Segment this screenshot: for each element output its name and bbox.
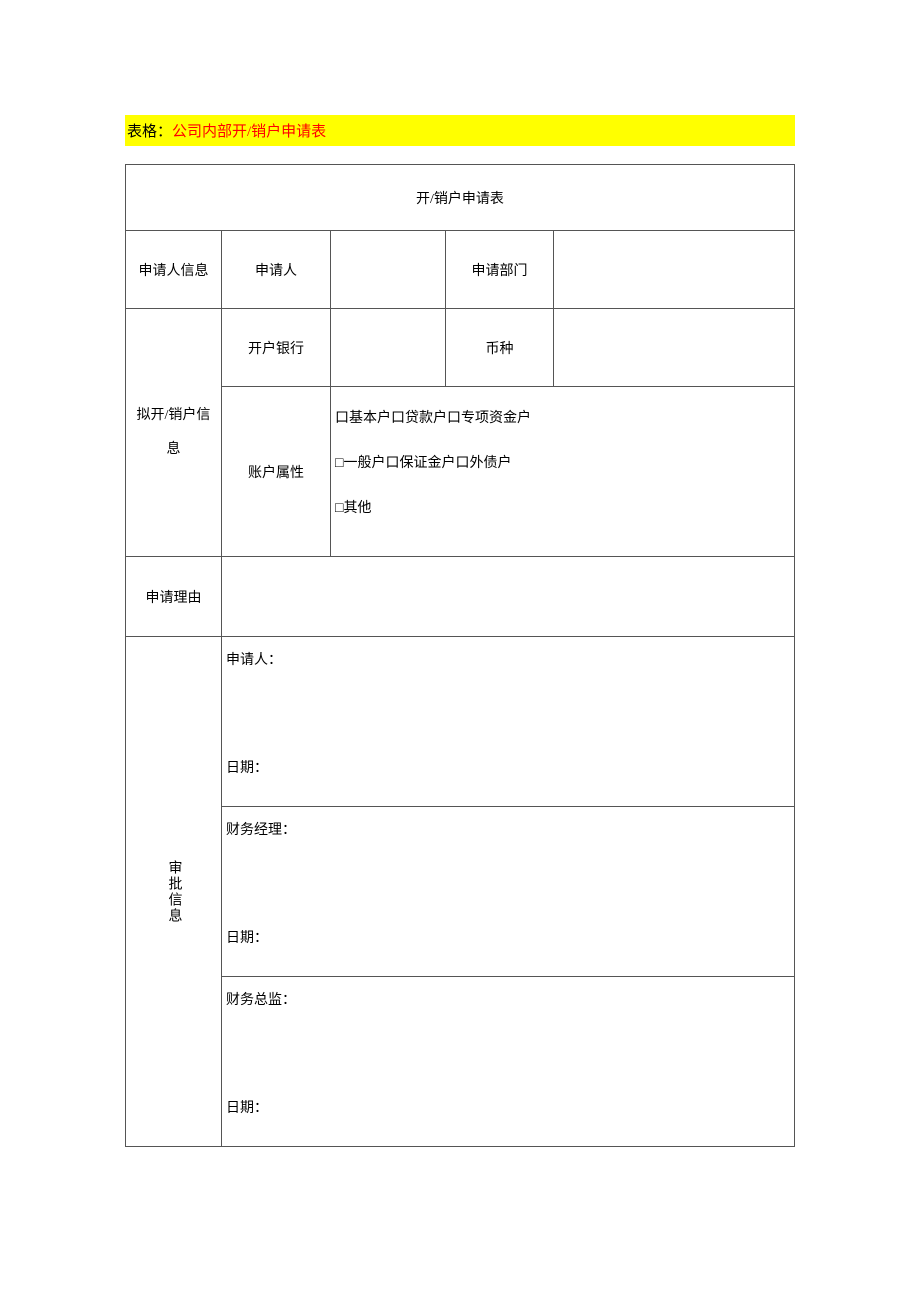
- bank-label: 开户银行: [222, 309, 331, 387]
- sign-applicant-date: 日期：: [226, 757, 790, 777]
- dept-value: [554, 231, 795, 309]
- title-prefix: 表格：: [127, 124, 172, 140]
- table-title: 开/销户申请表: [126, 165, 795, 231]
- approval-row-1: 审批信息 申请人： 日期：: [126, 637, 795, 807]
- title-name: 公司内部开/销户申请表: [172, 124, 326, 140]
- currency-value: [554, 309, 795, 387]
- sign-manager-date: 日期：: [226, 927, 790, 947]
- application-form-table: 开/销户申请表 申请人信息 申请人 申请部门 拟开/销户信息 开户银行 币种 账…: [125, 164, 795, 1147]
- applicant-value: [331, 231, 446, 309]
- account-type-line3: □其他: [335, 501, 371, 516]
- reason-label: 申请理由: [126, 557, 222, 637]
- applicant-label: 申请人: [222, 231, 331, 309]
- account-type-line1: 口基本户口贷款户口专项资金户: [335, 411, 531, 426]
- sign-director-label: 财务总监：: [226, 989, 790, 1009]
- sign-block-applicant: 申请人： 日期：: [222, 637, 795, 807]
- account-types-cell: 口基本户口贷款户口专项资金户 □一般户口保证金户口外债户 □其他: [331, 387, 795, 557]
- account-attr-label: 账户属性: [222, 387, 331, 557]
- currency-label: 币种: [446, 309, 554, 387]
- reason-row: 申请理由: [126, 557, 795, 637]
- reason-value: [222, 557, 795, 637]
- approval-row-2: 财务经理： 日期：: [126, 807, 795, 977]
- sign-block-director: 财务总监： 日期：: [222, 977, 795, 1147]
- approval-row-3: 财务总监： 日期：: [126, 977, 795, 1147]
- bank-row: 拟开/销户信息 开户银行 币种: [126, 309, 795, 387]
- applicant-info-row: 申请人信息 申请人 申请部门: [126, 231, 795, 309]
- dept-label: 申请部门: [446, 231, 554, 309]
- approval-label: 审批信息: [126, 637, 222, 1147]
- account-attr-row: 账户属性 口基本户口贷款户口专项资金户 □一般户口保证金户口外债户 □其他: [126, 387, 795, 557]
- sign-manager-label: 财务经理：: [226, 819, 790, 839]
- account-info-label: 拟开/销户信息: [126, 309, 222, 557]
- account-type-line2: □一般户口保证金户口外债户: [335, 456, 511, 471]
- sign-block-manager: 财务经理： 日期：: [222, 807, 795, 977]
- document-title-highlight: 表格：公司内部开/销户申请表: [125, 115, 795, 146]
- sign-applicant-label: 申请人：: [226, 649, 790, 669]
- bank-value: [331, 309, 446, 387]
- table-title-row: 开/销户申请表: [126, 165, 795, 231]
- sign-director-date: 日期：: [226, 1097, 790, 1117]
- applicant-info-label: 申请人信息: [126, 231, 222, 309]
